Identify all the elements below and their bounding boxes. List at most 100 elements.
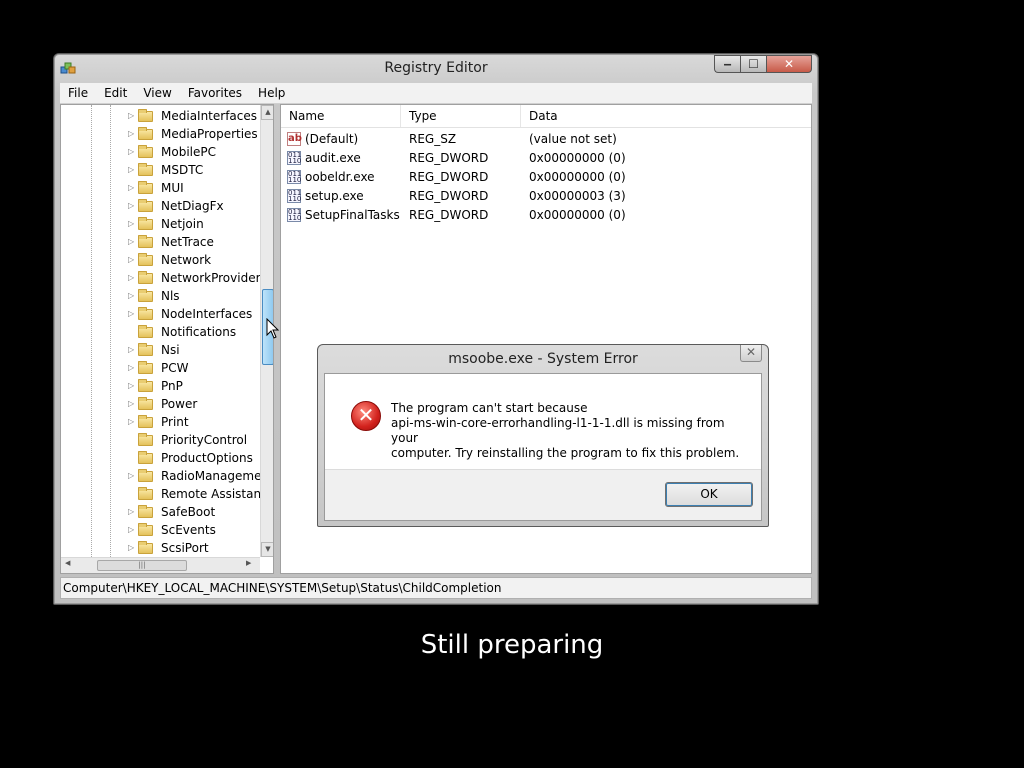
- tree-horizontal-scrollbar[interactable]: ◀ ||| ▶: [61, 557, 260, 573]
- value-name: SetupFinalTasks: [305, 208, 400, 222]
- folder-icon: [138, 217, 153, 230]
- expand-arrow-icon[interactable]: ▷: [128, 503, 134, 521]
- column-header-data[interactable]: Data: [521, 105, 811, 127]
- tree-item[interactable]: PriorityControl: [61, 431, 261, 449]
- tree-item[interactable]: ▷ ScEvents: [61, 521, 261, 539]
- expand-arrow-icon[interactable]: ▷: [128, 305, 134, 323]
- expand-arrow-icon[interactable]: ▷: [128, 197, 134, 215]
- tree-item-label: MediaInterfaces: [161, 109, 258, 123]
- tree-item[interactable]: ▷ NodeInterfaces: [61, 305, 261, 323]
- scroll-up-arrow-icon[interactable]: ▲: [261, 105, 273, 120]
- value-row[interactable]: 011 110 SetupFinalTasks REG_DWORD 0x0000000…: [281, 206, 811, 225]
- folder-icon: [138, 199, 153, 212]
- expand-arrow-icon[interactable]: ▷: [128, 359, 134, 377]
- tree-item[interactable]: ▷ MediaProperties: [61, 125, 261, 143]
- minimize-button[interactable]: ‒: [714, 55, 740, 73]
- tree-item[interactable]: ▷ SafeBoot: [61, 503, 261, 521]
- expand-arrow-icon[interactable]: ▷: [128, 179, 134, 197]
- tree-item[interactable]: Notifications: [61, 323, 261, 341]
- error-message-line: The program can't start because: [391, 401, 588, 415]
- error-icon: ✕: [351, 401, 381, 431]
- tree-item[interactable]: ▷ Netjoin: [61, 215, 261, 233]
- tree-item[interactable]: ▷ MediaInterfaces: [61, 107, 261, 125]
- tree-item[interactable]: ▷ Print: [61, 413, 261, 431]
- tree-item[interactable]: ▷ PnP: [61, 377, 261, 395]
- tree-item[interactable]: ▷ PCW: [61, 359, 261, 377]
- tree-item[interactable]: ▷ NetDiagFx: [61, 197, 261, 215]
- expand-arrow-icon[interactable]: ▷: [128, 233, 134, 251]
- tree-item-label: Remote Assistance: [161, 487, 274, 501]
- scroll-down-arrow-icon[interactable]: ▼: [261, 542, 273, 557]
- horizontal-scroll-thumb[interactable]: |||: [97, 560, 187, 571]
- menu-favorites[interactable]: Favorites: [180, 86, 250, 100]
- close-button[interactable]: ✕: [766, 55, 812, 73]
- value-type: REG_SZ: [409, 132, 457, 146]
- folder-icon: [138, 469, 153, 482]
- string-value-icon: ab: [287, 132, 302, 146]
- key-tree: ▷ MediaInterfaces ▷ MediaProperties ▷ MobileP…: [61, 107, 273, 557]
- ok-button[interactable]: OK: [665, 482, 753, 507]
- tree-item-label: RadioManagemen: [161, 469, 270, 483]
- tree-item-label: ProductOptions: [161, 451, 253, 465]
- dword-value-icon: 011 110: [287, 151, 302, 165]
- tree-item-label: Power: [161, 397, 198, 411]
- tree-item[interactable]: ▷ Network: [61, 251, 261, 269]
- value-row[interactable]: 011 110 oobeldr.exe REG_DWORD 0x00000000 (0…: [281, 168, 811, 187]
- folder-icon: [138, 343, 153, 356]
- tree-item[interactable]: ▷ NetworkProvider: [61, 269, 261, 287]
- scroll-right-arrow-icon[interactable]: ▶: [246, 559, 251, 567]
- expand-arrow-icon[interactable]: ▷: [128, 377, 134, 395]
- tree-item[interactable]: ▷ MobilePC: [61, 143, 261, 161]
- value-type: REG_DWORD: [409, 170, 489, 184]
- expand-arrow-icon[interactable]: ▷: [128, 413, 134, 431]
- maximize-button[interactable]: ☐: [740, 55, 766, 73]
- expand-arrow-icon[interactable]: ▷: [128, 251, 134, 269]
- folder-icon: [138, 541, 153, 554]
- expand-arrow-icon[interactable]: ▷: [128, 143, 134, 161]
- scroll-left-arrow-icon[interactable]: ◀: [65, 559, 70, 567]
- column-header-type[interactable]: Type: [401, 105, 521, 127]
- value-data: (value not set): [529, 132, 617, 146]
- tree-item[interactable]: ▷ ScsiPort: [61, 539, 261, 557]
- tree-item[interactable]: ▷ NetTrace: [61, 233, 261, 251]
- expand-arrow-icon[interactable]: ▷: [128, 287, 134, 305]
- expand-arrow-icon[interactable]: ▷: [128, 395, 134, 413]
- expand-arrow-icon[interactable]: ▷: [128, 161, 134, 179]
- tree-item[interactable]: ProductOptions: [61, 449, 261, 467]
- tree-item[interactable]: Remote Assistance: [61, 485, 273, 503]
- tree-item[interactable]: ▷ RadioManagemen: [61, 467, 269, 485]
- menu-edit[interactable]: Edit: [96, 86, 135, 100]
- tree-item-label: SafeBoot: [161, 505, 216, 519]
- menu-bar: File Edit View Favorites Help: [60, 83, 812, 104]
- error-message-line: computer. Try reinstalling the program t…: [391, 446, 740, 460]
- menu-view[interactable]: View: [135, 86, 179, 100]
- dword-value-icon: 011 110: [287, 170, 302, 184]
- value-row[interactable]: ab (Default) REG_SZ (value not set): [281, 130, 811, 149]
- value-row[interactable]: 011 110 audit.exe REG_DWORD 0x00000000 (0): [281, 149, 811, 168]
- tree-item[interactable]: ▷ Power: [61, 395, 261, 413]
- expand-arrow-icon[interactable]: ▷: [128, 467, 134, 485]
- expand-arrow-icon[interactable]: ▷: [128, 125, 134, 143]
- folder-icon: [138, 451, 153, 464]
- column-header-name[interactable]: Name: [281, 105, 401, 127]
- title-bar[interactable]: Registry Editor ‒ ☐ ✕: [54, 54, 818, 82]
- dialog-close-button[interactable]: ✕: [740, 345, 762, 362]
- tree-item[interactable]: ▷ MSDTC: [61, 161, 261, 179]
- tree-item-label: Notifications: [161, 325, 237, 339]
- expand-arrow-icon[interactable]: ▷: [128, 521, 134, 539]
- value-name: audit.exe: [305, 151, 361, 165]
- expand-arrow-icon[interactable]: ▷: [128, 539, 134, 557]
- menu-file[interactable]: File: [60, 86, 96, 100]
- expand-arrow-icon[interactable]: ▷: [128, 341, 134, 359]
- expand-arrow-icon[interactable]: ▷: [128, 107, 134, 125]
- expand-arrow-icon[interactable]: ▷: [128, 215, 134, 233]
- menu-help[interactable]: Help: [250, 86, 293, 100]
- tree-item-label: MSDTC: [161, 163, 204, 177]
- folder-icon: [138, 289, 153, 302]
- folder-icon: [138, 487, 153, 500]
- expand-arrow-icon[interactable]: ▷: [128, 269, 134, 287]
- tree-item[interactable]: ▷ Nls: [61, 287, 261, 305]
- tree-item[interactable]: ▷ MUI: [61, 179, 261, 197]
- value-row[interactable]: 011 110 setup.exe REG_DWORD 0x00000003 (3): [281, 187, 811, 206]
- tree-item[interactable]: ▷ Nsi: [61, 341, 261, 359]
